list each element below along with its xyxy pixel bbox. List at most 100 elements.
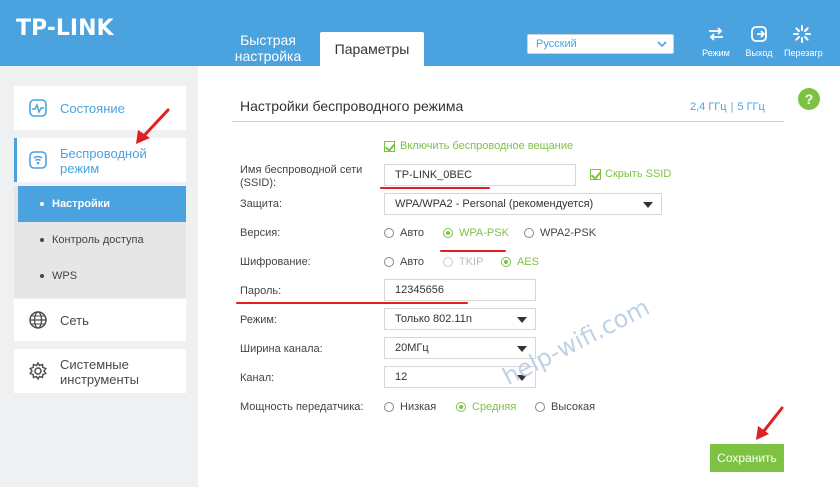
ssid-label-line1: Имя беспроводной сети (240, 164, 363, 176)
sidebar-item-wireless-label: Беспроводной режим (60, 146, 147, 176)
encryption-auto-radio[interactable] (384, 257, 394, 267)
channel-width-label: Ширина канала: (240, 343, 323, 355)
title-divider (232, 121, 784, 122)
status-icon (29, 99, 47, 117)
ssid-underline-annotation (380, 187, 490, 189)
hide-ssid-label: Скрыть SSID (605, 168, 672, 180)
security-label: Защита: (240, 198, 283, 210)
main-panel: Настройки беспроводного режима 2,4 ГГц | 5… (198, 66, 840, 487)
sidebar-item-network[interactable]: Сеть (14, 299, 186, 341)
password-input[interactable]: 12345656 (384, 279, 536, 301)
security-select[interactable]: WPA/WPA2 - Personal (рекомендуется) (384, 193, 662, 215)
ssid-input[interactable]: TP-LINK_0BEC (384, 164, 576, 186)
mode-select[interactable]: Только 802.11n (384, 308, 536, 330)
version-wpa2-psk-label: WPA2-PSK (540, 227, 597, 239)
encryption-tkip-radio[interactable] (443, 257, 453, 267)
version-label: Версия: (240, 227, 281, 239)
channel-width-select[interactable]: 20МГц (384, 337, 536, 359)
ssid-label-line2: (SSID): (240, 177, 277, 189)
band-5-link[interactable]: 5 ГГц (737, 101, 764, 113)
chevron-down-icon (657, 41, 667, 48)
submenu-item-settings-label: Настройки (52, 198, 111, 210)
encryption-aes-label: AES (517, 256, 540, 268)
save-button[interactable]: Сохранить (710, 444, 784, 472)
system-tools-label-line2: инструменты (60, 372, 139, 387)
language-value: Русский (536, 38, 577, 50)
reboot-button[interactable]: Перезагр (784, 24, 823, 58)
channel-value: 12 (395, 371, 408, 383)
logout-button[interactable]: Выход (741, 24, 777, 58)
version-wpa2-psk-radio[interactable] (524, 228, 534, 238)
caret-down-icon (517, 317, 527, 323)
tab-quick-setup[interactable]: Быстрая настройка (223, 32, 313, 64)
encryption-label: Шифрование: (240, 256, 311, 268)
password-underline-annotation (236, 302, 468, 304)
submenu-item-wps[interactable]: WPS (18, 258, 186, 294)
reboot-button-label: Перезагр (784, 48, 823, 58)
logout-icon (751, 26, 767, 42)
globe-icon (29, 311, 47, 329)
hide-ssid-checkbox[interactable] (590, 169, 601, 180)
wireless-label-line1: Беспроводной (60, 146, 147, 161)
help-icon[interactable]: ? (798, 88, 820, 110)
submenu-item-wps-label: WPS (52, 270, 78, 282)
enable-broadcast-label: Включить беспроводное вещание (400, 140, 574, 152)
enable-broadcast-checkbox[interactable] (384, 141, 395, 152)
reboot-icon (793, 25, 811, 43)
tab-parameters[interactable]: Параметры (320, 32, 424, 66)
security-value: WPA/WPA2 - Personal (рекомендуется) (395, 198, 594, 210)
mode-label: Режим: (240, 314, 277, 326)
band-separator: | (730, 101, 734, 113)
tab-quick-setup-line2: настройка (234, 48, 302, 64)
channel-width-value: 20МГц (395, 342, 429, 354)
top-header: TP-LINK Быстрая настройка Параметры Русс… (0, 0, 840, 66)
power-medium-label: Средняя (472, 401, 517, 413)
band-switch: 2,4 ГГц | 5 ГГц (690, 101, 765, 113)
sidebar-item-system-tools-label: Системные инструменты (60, 357, 139, 387)
ssid-label: Имя беспроводной сети (SSID): (240, 164, 362, 190)
submenu-item-access-control-label: Контроль доступа (52, 234, 144, 246)
bullet-icon (40, 274, 44, 278)
wireless-submenu: Настройки Контроль доступа WPS (14, 186, 186, 298)
bullet-icon (40, 238, 44, 242)
version-wpa-psk-label: WPA-PSK (459, 227, 509, 239)
sidebar-item-status-label: Состояние (60, 101, 125, 116)
wireless-icon (29, 151, 47, 169)
power-medium-radio[interactable] (456, 402, 466, 412)
mode-button[interactable]: Режим (698, 24, 734, 58)
encryption-auto-label: Авто (400, 256, 424, 268)
gear-icon (29, 361, 47, 381)
wireless-label-line2: режим (60, 161, 100, 176)
sidebar-item-network-label: Сеть (60, 313, 89, 328)
page-title: Настройки беспроводного режима (240, 98, 464, 114)
red-arrow-icon (756, 406, 784, 440)
tab-quick-setup-line1: Быстрая (240, 32, 296, 48)
mode-switch-icon (709, 27, 723, 41)
version-underline-annotation (440, 250, 506, 252)
channel-label: Канал: (240, 372, 275, 384)
power-low-label: Низкая (400, 401, 437, 413)
tp-link-logo: TP-LINK (16, 16, 114, 41)
caret-down-icon (643, 202, 653, 208)
sidebar-item-system-tools[interactable]: Системные инструменты (14, 349, 186, 393)
encryption-aes-radio[interactable] (501, 257, 511, 267)
password-label: Пароль: (240, 285, 282, 297)
logout-button-label: Выход (745, 48, 773, 58)
mode-button-label: Режим (702, 48, 730, 58)
power-high-radio[interactable] (535, 402, 545, 412)
system-tools-label-line1: Системные (60, 357, 129, 372)
tx-power-label: Мощность передатчика: (240, 401, 364, 413)
red-arrow-icon (136, 108, 170, 144)
band-24-link[interactable]: 2,4 ГГц (690, 101, 727, 113)
mode-value: Только 802.11n (395, 313, 472, 325)
language-select[interactable]: Русский (527, 34, 674, 54)
bullet-icon (40, 202, 44, 206)
version-wpa-psk-radio[interactable] (443, 228, 453, 238)
submenu-item-access-control[interactable]: Контроль доступа (18, 222, 186, 258)
version-auto-radio[interactable] (384, 228, 394, 238)
power-low-radio[interactable] (384, 402, 394, 412)
submenu-item-settings[interactable]: Настройки (18, 186, 186, 222)
encryption-tkip-label: TKIP (459, 256, 484, 268)
version-auto-label: Авто (400, 227, 424, 239)
power-high-label: Высокая (551, 401, 596, 413)
